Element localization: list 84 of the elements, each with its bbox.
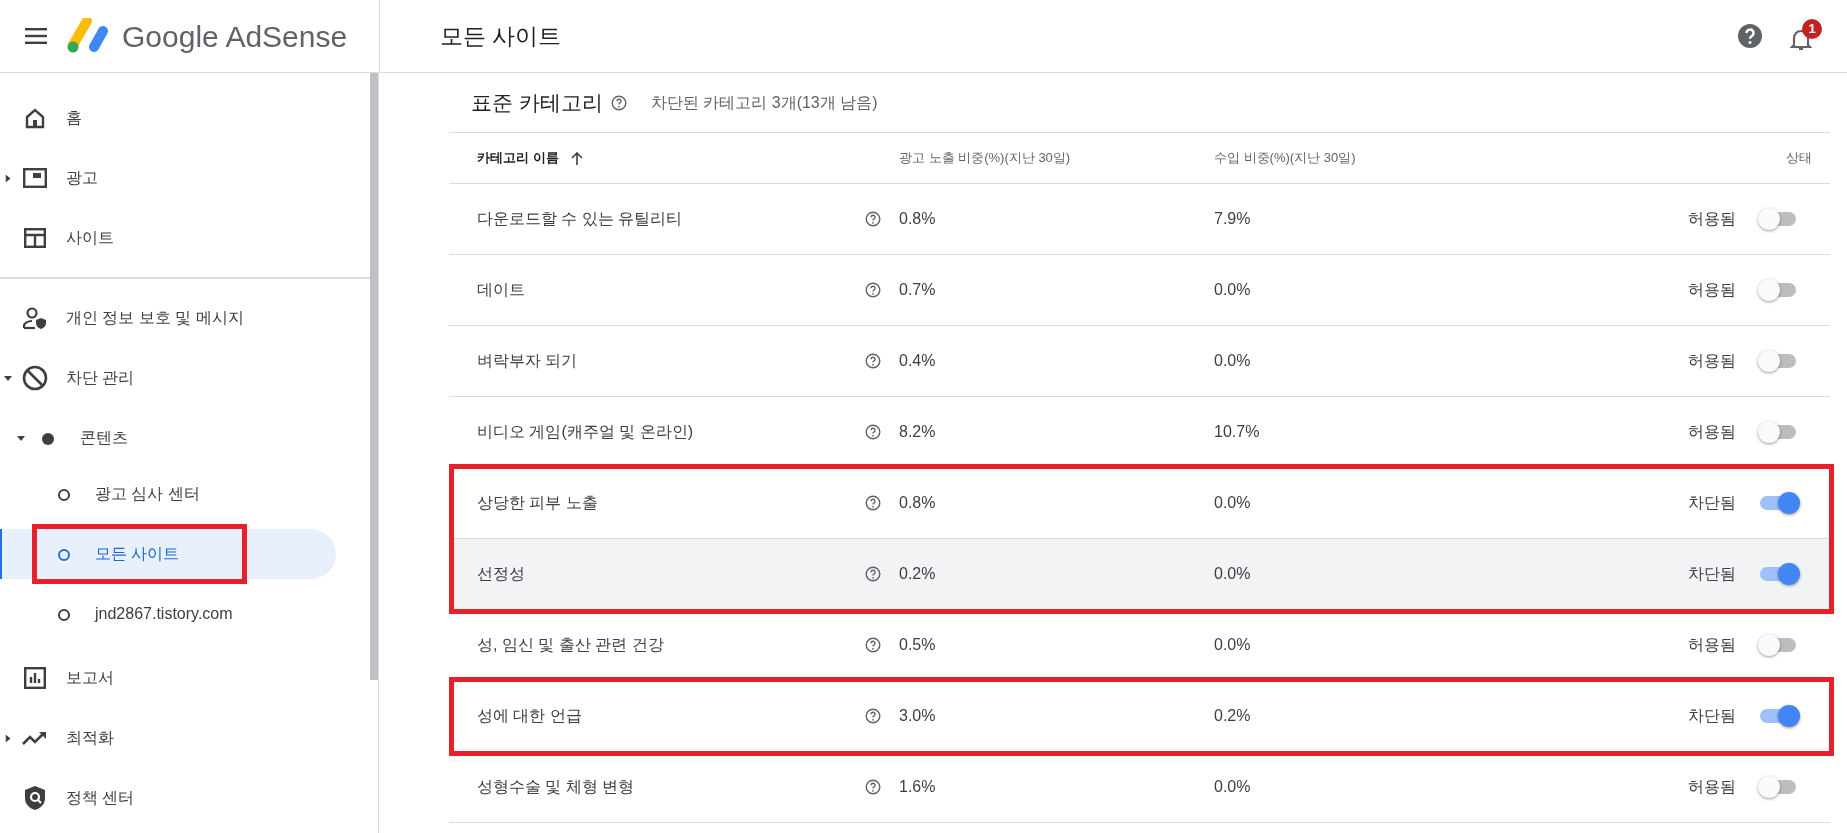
- column-header: 상태: [1786, 149, 1812, 168]
- nav-label[interactable]: 최적화: [66, 726, 114, 750]
- shield-search-icon: [24, 785, 46, 811]
- status-label: 허용됨: [1688, 209, 1736, 229]
- nav-label[interactable]: 보고서: [66, 666, 114, 690]
- nav-label[interactable]: 홈: [66, 106, 82, 130]
- impression-share: 0.7%: [899, 281, 936, 298]
- expand-arrow-icon[interactable]: [17, 436, 25, 441]
- expand-arrow-icon[interactable]: [5, 734, 11, 743]
- impression-share: 3.0%: [899, 707, 936, 724]
- category-name: 선정성: [477, 564, 526, 584]
- product-name: Google AdSense: [122, 18, 348, 55]
- category-name: 벼락부자 되기: [477, 351, 579, 371]
- menu-icon[interactable]: [25, 28, 47, 44]
- trending-up-icon: [22, 730, 48, 746]
- expand-arrow-icon[interactable]: [4, 376, 12, 381]
- nav-label[interactable]: 사이트: [66, 226, 114, 250]
- revenue-share: 0.0%: [1214, 565, 1251, 582]
- nav-label[interactable]: 차단 관리: [66, 366, 135, 390]
- revenue-share: 7.9%: [1214, 210, 1251, 227]
- status-label: 차단됨: [1688, 706, 1736, 726]
- category-name: 다운로드할 수 있는 유틸리티: [477, 209, 684, 229]
- category-name: 비디오 게임(캐주얼 및 온라인): [477, 422, 694, 442]
- nav-label[interactable]: 광고: [66, 166, 98, 190]
- ad-frame-icon: [23, 168, 47, 188]
- help-icon[interactable]: [865, 495, 881, 511]
- nav-label[interactable]: 개인 정보 보호 및 메시지: [66, 306, 244, 330]
- impression-share: 1.6%: [899, 778, 936, 795]
- status-label: 차단됨: [1688, 564, 1736, 584]
- expand-arrow-icon[interactable]: [5, 174, 11, 183]
- status-label: 허용됨: [1688, 422, 1736, 442]
- help-icon[interactable]: [1737, 23, 1763, 49]
- revenue-share: 0.0%: [1214, 778, 1251, 795]
- impression-share: 0.5%: [899, 636, 936, 653]
- revenue-share: 0.2%: [1214, 707, 1251, 724]
- help-icon[interactable]: [865, 211, 881, 227]
- impression-share: 0.8%: [899, 210, 936, 227]
- category-name: 데이트: [477, 280, 526, 300]
- help-icon[interactable]: [610, 94, 627, 111]
- revenue-share: 0.0%: [1214, 636, 1251, 653]
- revenue-share: 10.7%: [1214, 423, 1260, 440]
- help-icon[interactable]: [865, 637, 881, 653]
- sort-arrow-icon[interactable]: [570, 151, 583, 165]
- page-title: 모든 사이트: [440, 21, 562, 51]
- home-icon: [24, 107, 46, 129]
- status-label: 허용됨: [1688, 635, 1736, 655]
- help-icon[interactable]: [865, 779, 881, 795]
- nav-label[interactable]: 콘텐츠: [80, 426, 128, 450]
- layout-icon: [24, 228, 46, 248]
- category-name: 성형수술 및 체형 변형: [477, 777, 636, 797]
- revenue-share: 0.0%: [1214, 281, 1251, 298]
- help-icon[interactable]: [865, 708, 881, 724]
- blocked-count-summary: 차단된 카테고리 3개(13개 남음): [650, 92, 878, 113]
- help-icon[interactable]: [865, 424, 881, 440]
- help-icon[interactable]: [865, 282, 881, 298]
- status-label: 허용됨: [1688, 280, 1736, 300]
- category-name: 상당한 피부 노출: [477, 493, 599, 513]
- revenue-share: 0.0%: [1214, 494, 1251, 511]
- category-name: 성에 대한 언급: [477, 706, 583, 726]
- nav-label[interactable]: 광고 심사 센터: [95, 482, 200, 506]
- logo-icon: [67, 18, 109, 54]
- status-label: 허용됨: [1688, 777, 1736, 797]
- nav-label[interactable]: jnd2867.tistory.com: [95, 602, 233, 626]
- person-shield-icon: [22, 306, 48, 330]
- category-name: 성, 임신 및 출산 관련 건강: [477, 635, 665, 655]
- help-icon[interactable]: [865, 566, 881, 582]
- notification-badge: 1: [1802, 19, 1822, 39]
- help-icon[interactable]: [865, 353, 881, 369]
- impression-share: 0.8%: [899, 494, 936, 511]
- column-header: 수입 비중(%)(지난 30일): [1214, 149, 1356, 168]
- section-title: 표준 카테고리: [471, 89, 603, 116]
- status-label: 허용됨: [1688, 351, 1736, 371]
- nav-label[interactable]: 모든 사이트: [95, 542, 180, 566]
- nav-label[interactable]: 정책 센터: [66, 786, 135, 810]
- column-header: 광고 노출 비중(%)(지난 30일): [899, 149, 1071, 168]
- impression-share: 0.2%: [899, 565, 936, 582]
- revenue-share: 0.0%: [1214, 352, 1251, 369]
- status-label: 차단됨: [1688, 493, 1736, 513]
- bar-chart-icon: [24, 667, 46, 689]
- scrollbar-thumb[interactable]: [370, 73, 378, 680]
- impression-share: 8.2%: [899, 423, 936, 440]
- block-icon: [22, 365, 48, 391]
- column-header[interactable]: 카테고리 이름: [477, 148, 559, 168]
- impression-share: 0.4%: [899, 352, 936, 369]
